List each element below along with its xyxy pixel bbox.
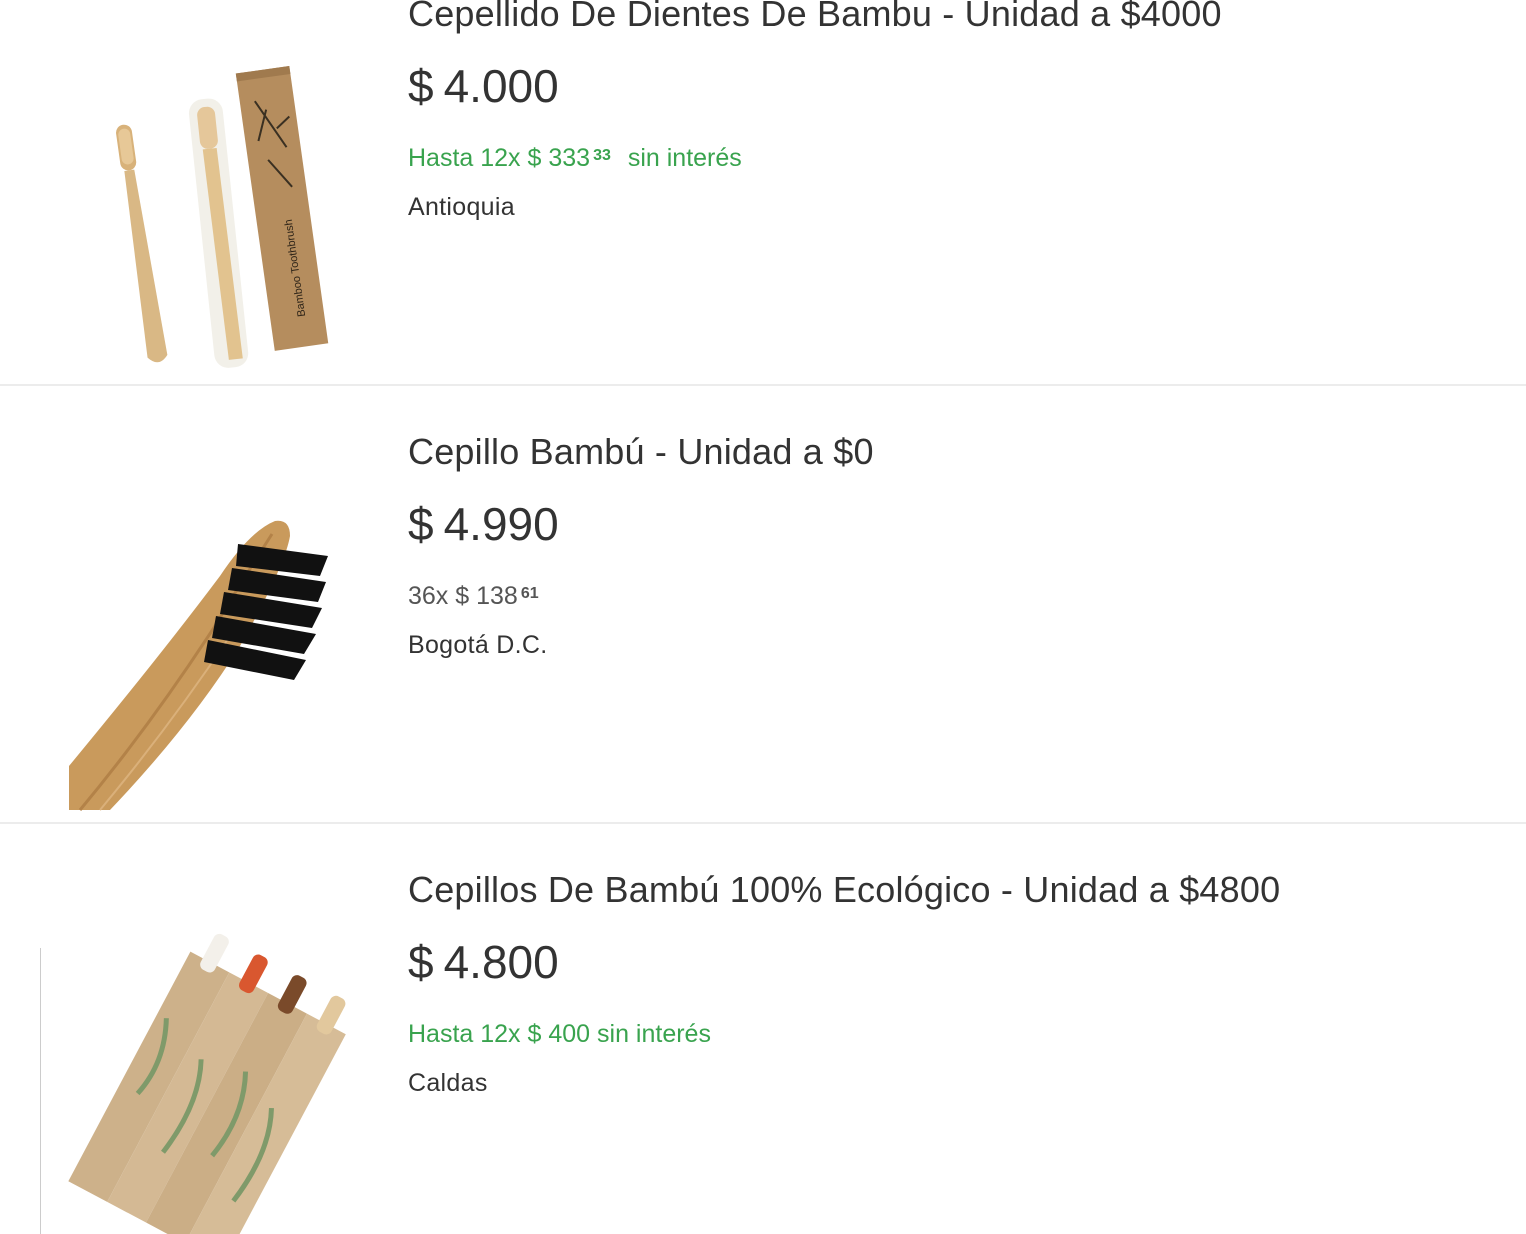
product-image[interactable] <box>40 864 360 1234</box>
currency-symbol: $ <box>408 498 434 550</box>
product-location: Bogotá D.C. <box>408 631 548 659</box>
installments-info: Hasta 12x $ 400 sin interés <box>408 1020 711 1048</box>
result-item[interactable]: Cepillos De Bambú 100% Ecológico - Unida… <box>0 824 1526 1234</box>
product-location: Caldas <box>408 1069 488 1097</box>
price-amount: 4.800 <box>443 936 559 988</box>
installments-info: Hasta 12x $ 333 33 sin interés <box>408 142 742 174</box>
result-item[interactable]: Bamboo Toothbrush Cepellido De Dientes D… <box>0 0 1526 388</box>
product-price: $4.000 <box>408 60 559 112</box>
installment-cents: 33 <box>593 147 611 164</box>
product-title[interactable]: Cepillo Bambú - Unidad a $0 <box>408 430 874 474</box>
product-title[interactable]: Cepillos De Bambú 100% Ecológico - Unida… <box>408 868 1280 912</box>
installments-prefix: Hasta 12x <box>408 144 521 172</box>
product-price: $4.800 <box>408 936 559 988</box>
installment-cents: 61 <box>520 585 539 602</box>
search-results-list: Bamboo Toothbrush Cepellido De Dientes D… <box>0 0 1526 1234</box>
product-title[interactable]: Cepellido De Dientes De Bambu - Unidad a… <box>408 0 1222 36</box>
installments-info: 36x $ 138 61 <box>408 580 539 612</box>
product-image[interactable]: Bamboo Toothbrush <box>40 0 360 388</box>
installment-amount: 138 <box>476 582 518 610</box>
installments-prefix: 36x <box>408 582 449 610</box>
installment-amount: 333 <box>548 144 591 172</box>
price-amount: 4.000 <box>443 60 559 112</box>
bamboo-toothbrush-black-bristles-image <box>40 426 360 826</box>
installment-currency: $ <box>527 144 542 172</box>
product-image[interactable] <box>40 426 360 826</box>
currency-symbol: $ <box>408 60 434 112</box>
result-item[interactable]: Cepillo Bambú - Unidad a $0 $4.990 36x $… <box>0 386 1526 826</box>
product-price: $4.990 <box>408 498 559 550</box>
bamboo-toothbrush-with-box-image: Bamboo Toothbrush <box>40 0 360 388</box>
currency-symbol: $ <box>408 936 434 988</box>
installments-suffix: sin interés <box>627 144 742 172</box>
bamboo-toothbrush-pack-image <box>40 864 360 1234</box>
price-amount: 4.990 <box>443 498 559 550</box>
product-location: Antioquia <box>408 193 515 221</box>
installment-currency: $ <box>455 582 470 610</box>
